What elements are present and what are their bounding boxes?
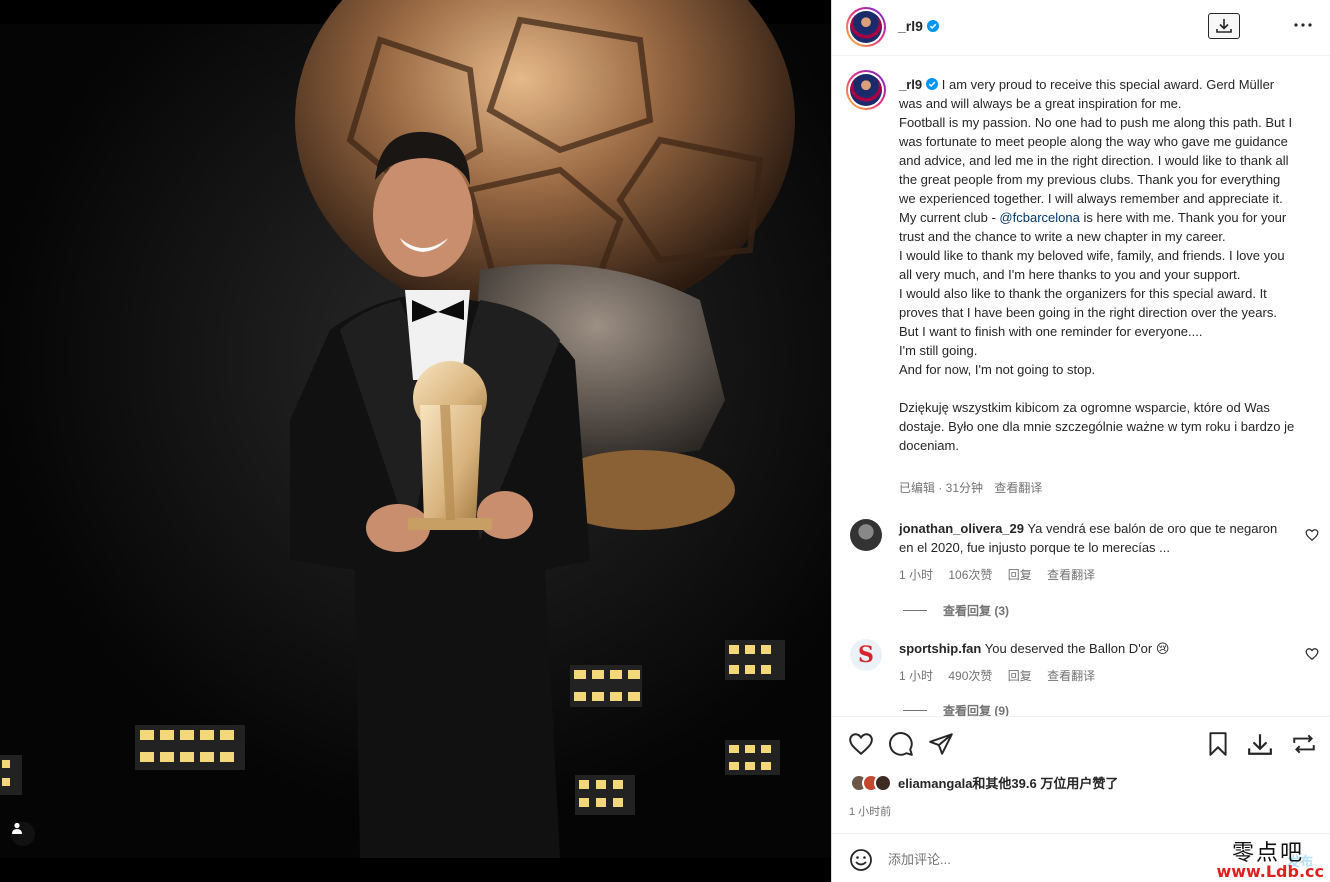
comment-body: You deserved the Ballon D'or 😢 bbox=[984, 641, 1170, 656]
view-replies-label[interactable]: 查看回复 (9) bbox=[943, 702, 1009, 716]
commenter-avatar[interactable] bbox=[850, 519, 882, 551]
more-options-icon bbox=[1294, 23, 1312, 27]
caption-line: I'm still going. bbox=[899, 343, 978, 358]
user-icon bbox=[12, 822, 22, 834]
replies-divider bbox=[903, 610, 927, 611]
comment-time: 1 小时 bbox=[899, 568, 934, 582]
commenter-username[interactable]: sportship.fan bbox=[899, 641, 981, 656]
more-options-button[interactable] bbox=[1292, 14, 1314, 36]
verified-badge-icon bbox=[926, 20, 939, 32]
caption-meta: 已编辑 · 31分钟 查看翻译 bbox=[899, 479, 1050, 496]
user-tag-button[interactable] bbox=[11, 822, 35, 846]
post-actions: eliamangala和其他39.6 万位用户赞了 1 小时前 bbox=[832, 716, 1330, 832]
comment-reply-button[interactable]: 回复 bbox=[1008, 568, 1032, 582]
author-avatar[interactable] bbox=[846, 7, 886, 47]
comment-meta: 1 小时 490次赞 回复 查看翻译 bbox=[899, 667, 1107, 684]
caption-line: I would also like to thank the organizer… bbox=[899, 286, 1277, 339]
view-replies-button[interactable]: 查看回复 (3) bbox=[903, 602, 1009, 619]
comment-text: jonathan_olivera_29 Ya vendrá ese balón … bbox=[899, 519, 1279, 557]
repost-icon[interactable] bbox=[1291, 731, 1317, 757]
caption-line: And for now, I'm not going to stop. bbox=[899, 362, 1096, 377]
comment-text: sportship.fan You deserved the Ballon D'… bbox=[899, 639, 1279, 658]
download-icon bbox=[1216, 19, 1232, 33]
likes-summary[interactable]: eliamangala和其他39.6 万位用户赞了 bbox=[850, 773, 1118, 792]
download-button[interactable] bbox=[1208, 13, 1240, 39]
post-timestamp: 1 小时前 bbox=[849, 806, 892, 818]
caption-translate-link[interactable]: 查看翻译 bbox=[994, 481, 1042, 495]
caption-author-avatar[interactable] bbox=[846, 70, 886, 110]
comment-icon[interactable] bbox=[888, 731, 914, 757]
post-header: _rl9 bbox=[832, 0, 1330, 56]
bookmark-icon[interactable] bbox=[1205, 731, 1231, 757]
heart-icon[interactable] bbox=[848, 731, 874, 757]
heart-icon[interactable] bbox=[1305, 528, 1319, 542]
post-photo-illustration bbox=[0, 0, 831, 858]
comment-time: 1 小时 bbox=[899, 669, 934, 683]
author-username-text[interactable]: _rl9 bbox=[898, 18, 923, 34]
caption-line: I would like to thank my beloved wife, f… bbox=[899, 248, 1285, 282]
comment-likes[interactable]: 490次赞 bbox=[948, 669, 992, 683]
comment-translate-link[interactable]: 查看翻译 bbox=[1047, 568, 1095, 582]
author-username[interactable]: _rl9 bbox=[898, 18, 939, 34]
post-panel: _rl9 _rl9 I am very proud to receive thi… bbox=[831, 0, 1330, 882]
commenter-avatar[interactable]: S bbox=[850, 639, 882, 671]
watermark-url-text: www.Ldb.cc bbox=[1216, 862, 1324, 881]
comment-likes[interactable]: 106次赞 bbox=[948, 568, 992, 582]
post-caption: _rl9 I am very proud to receive this spe… bbox=[899, 75, 1299, 455]
view-replies-label[interactable]: 查看回复 (3) bbox=[943, 602, 1009, 619]
likes-text[interactable]: eliamangala和其他39.6 万位用户赞了 bbox=[898, 773, 1118, 792]
replies-divider bbox=[903, 710, 927, 711]
comment-meta: 1 小时 106次赞 回复 查看翻译 bbox=[899, 566, 1107, 583]
mention-link[interactable]: @fcbarcelona bbox=[999, 210, 1079, 225]
commenter-username[interactable]: jonathan_olivera_29 bbox=[899, 521, 1024, 536]
comment-input[interactable] bbox=[888, 849, 1218, 869]
caption-edited-time: 已编辑 · 31分钟 bbox=[899, 481, 984, 495]
caption-line: Football is my passion. No one had to pu… bbox=[899, 115, 1293, 206]
caption-username[interactable]: _rl9 bbox=[899, 77, 922, 92]
emoji-icon[interactable] bbox=[849, 848, 873, 872]
verified-badge-icon bbox=[926, 78, 939, 90]
comment-translate-link[interactable]: 查看翻译 bbox=[1047, 669, 1095, 683]
view-replies-button[interactable]: 查看回复 (9) bbox=[903, 702, 1009, 716]
caption-club-prefix: My current club - bbox=[899, 210, 1000, 225]
download-icon[interactable] bbox=[1247, 731, 1273, 757]
comment-reply-button[interactable]: 回复 bbox=[1008, 669, 1032, 683]
post-photo bbox=[0, 0, 831, 882]
site-watermark: 零点吧 www.Ldb.cc bbox=[1206, 833, 1330, 882]
heart-icon[interactable] bbox=[1305, 647, 1319, 661]
comments-scroll-area[interactable]: _rl9 I am very proud to receive this spe… bbox=[832, 57, 1330, 716]
caption-line: I am very proud to receive this special … bbox=[899, 77, 1275, 111]
share-icon[interactable] bbox=[928, 731, 954, 757]
caption-polish: Dziękuję wszystkim kibicom za ogromne ws… bbox=[899, 400, 1295, 453]
liker-avatar bbox=[874, 773, 892, 792]
